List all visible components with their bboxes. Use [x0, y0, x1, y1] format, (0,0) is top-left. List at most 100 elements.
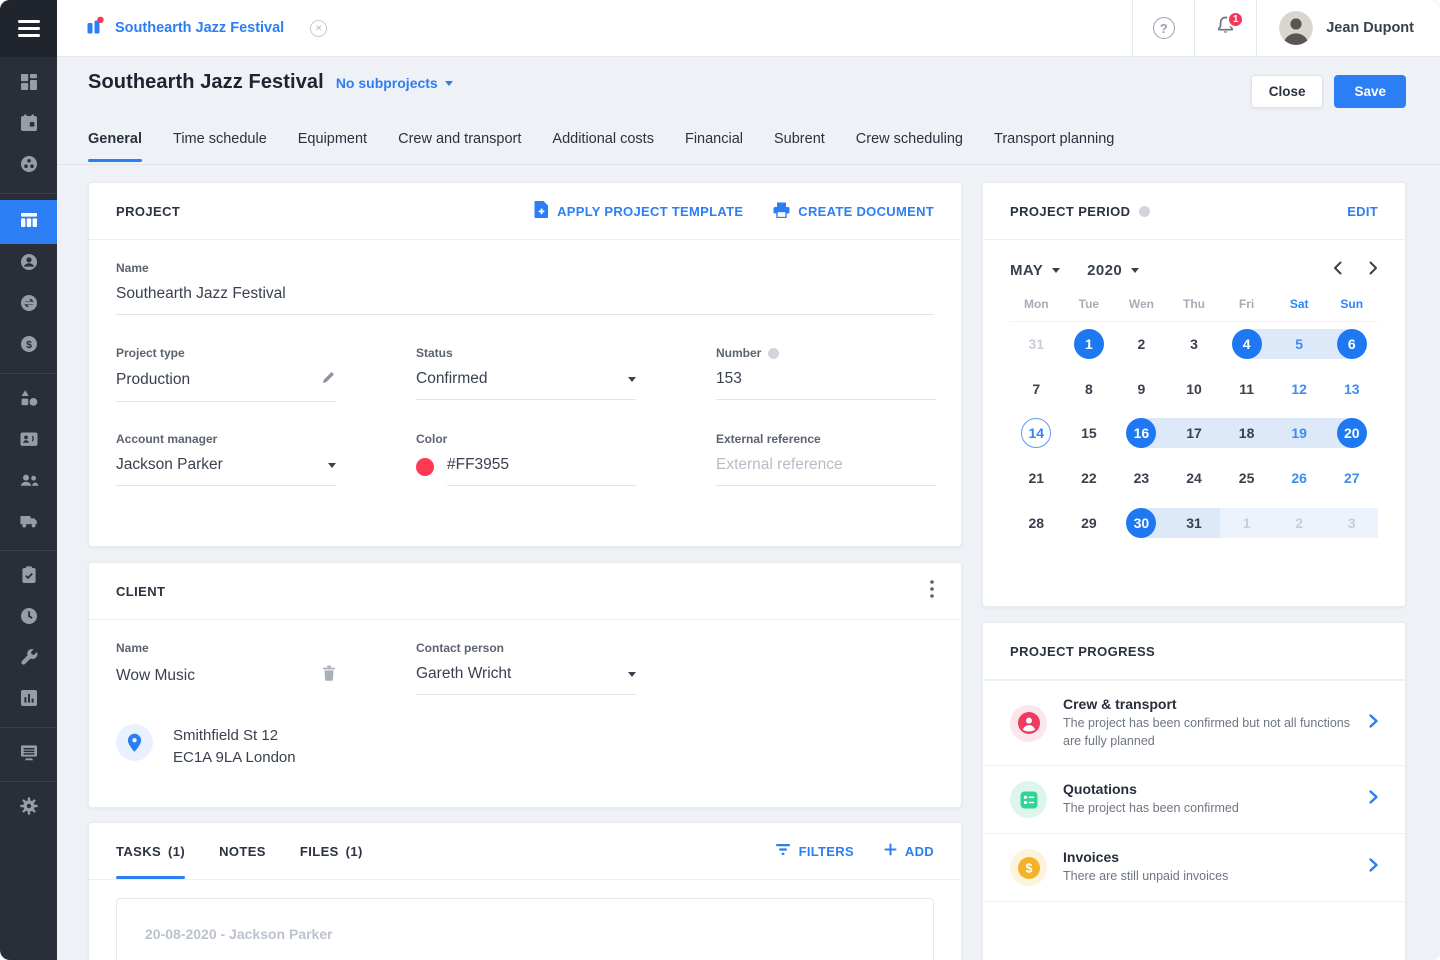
notifications-button[interactable]: 1 — [1194, 0, 1256, 56]
calendar-day[interactable]: 3 — [1168, 322, 1221, 367]
tab-financial[interactable]: Financial — [685, 131, 743, 162]
calendar-day[interactable]: 6 — [1325, 322, 1378, 367]
calendar-day[interactable]: 1 — [1063, 322, 1116, 367]
calendar-day[interactable]: 20 — [1325, 411, 1378, 456]
trash-icon[interactable] — [322, 665, 336, 686]
tab-equipment[interactable]: Equipment — [298, 131, 367, 162]
sidebar-item-equipment[interactable] — [0, 380, 57, 421]
tab-crew-and-transport[interactable]: Crew and transport — [398, 131, 521, 162]
calendar-day[interactable]: 30 — [1115, 500, 1168, 545]
calendar-day[interactable]: 11 — [1220, 367, 1273, 412]
calendar-day[interactable]: 2 — [1273, 500, 1326, 545]
calendar-day[interactable]: 24 — [1168, 456, 1221, 501]
month-select[interactable]: MAY — [1010, 262, 1060, 279]
add-button[interactable]: ADD — [884, 843, 934, 859]
tab-time-schedule[interactable]: Time schedule — [173, 131, 267, 162]
calendar-day[interactable]: 17 — [1168, 411, 1221, 456]
client-name-field[interactable]: Name Wow Music — [116, 641, 336, 697]
calendar-day[interactable]: 10 — [1168, 367, 1221, 412]
tasks-tab-tasks[interactable]: TASKS (1) — [116, 823, 185, 879]
calendar-day[interactable]: 2 — [1115, 322, 1168, 367]
sidebar-item-time[interactable] — [0, 598, 57, 639]
subprojects-dropdown[interactable]: No subprojects — [336, 75, 453, 91]
sidebar-item-crew-contacts[interactable] — [0, 421, 57, 462]
calendar-day[interactable]: 7 — [1010, 367, 1063, 412]
tab-crew-scheduling[interactable]: Crew scheduling — [856, 131, 963, 162]
next-month-button[interactable] — [1369, 261, 1378, 280]
year-select[interactable]: 2020 — [1087, 262, 1139, 279]
calendar-day[interactable]: 1 — [1220, 500, 1273, 545]
user-menu[interactable]: Jean Dupont — [1256, 0, 1440, 56]
edit-period-button[interactable]: EDIT — [1347, 204, 1378, 219]
tasks-tab-notes[interactable]: NOTES — [219, 823, 266, 879]
tab-general[interactable]: General — [88, 131, 142, 162]
progress-item-invoices[interactable]: $ Invoices There are still unpaid invoic… — [983, 833, 1405, 901]
color-field[interactable]: Color #FF3955 — [416, 432, 636, 486]
number-field[interactable]: Number 153 — [716, 346, 936, 402]
sidebar-item-dashboard[interactable] — [0, 64, 57, 105]
sidebar-item-settings[interactable] — [0, 788, 57, 829]
color-swatch[interactable] — [416, 458, 434, 476]
sidebar-item-calendar[interactable] — [0, 105, 57, 146]
external-reference-field[interactable]: External reference External reference — [716, 432, 936, 486]
edit-pencil-icon[interactable] — [321, 370, 336, 390]
calendar-day[interactable]: 4 — [1220, 322, 1273, 367]
close-button[interactable]: Close — [1251, 75, 1324, 108]
sidebar-item-planboard[interactable] — [0, 146, 57, 187]
calendar-day[interactable]: 3 — [1325, 500, 1378, 545]
tab-additional-costs[interactable]: Additional costs — [552, 131, 654, 162]
sidebar: $ — [0, 0, 57, 960]
name-field[interactable]: Name Southearth Jazz Festival — [116, 261, 934, 315]
calendar-day[interactable]: 18 — [1220, 411, 1273, 456]
calendar-day[interactable]: 5 — [1273, 322, 1326, 367]
calendar-day[interactable]: 28 — [1010, 500, 1063, 545]
calendar-day[interactable]: 27 — [1325, 456, 1378, 501]
progress-item-crew-transport[interactable]: Crew & transport The project has been co… — [983, 680, 1405, 765]
sidebar-item-tasks[interactable] — [0, 557, 57, 598]
calendar-day[interactable]: 31 — [1168, 500, 1221, 545]
calendar-day[interactable]: 14 — [1010, 411, 1063, 456]
close-tab-icon[interactable]: ✕ — [310, 20, 327, 37]
calendar-day[interactable]: 16 — [1115, 411, 1168, 456]
apply-project-template-button[interactable]: APPLY PROJECT TEMPLATE — [534, 201, 743, 221]
calendar-day[interactable]: 8 — [1063, 367, 1116, 412]
sidebar-item-webshop[interactable] — [0, 734, 57, 775]
save-button[interactable]: Save — [1334, 75, 1406, 108]
calendar-day[interactable]: 9 — [1115, 367, 1168, 412]
contact-person-field[interactable]: Contact person Gareth Wricht — [416, 641, 636, 697]
sidebar-item-repairs[interactable] — [0, 639, 57, 680]
calendar-day[interactable]: 29 — [1063, 500, 1116, 545]
prev-month-button[interactable] — [1333, 261, 1342, 280]
progress-item-quotations[interactable]: Quotations The project has been confirme… — [983, 765, 1405, 833]
kebab-menu-icon[interactable] — [930, 580, 934, 603]
task-item[interactable]: 20-08-2020 - Jackson Parker — [116, 898, 934, 960]
sidebar-item-subrent[interactable] — [0, 285, 57, 326]
calendar-day[interactable]: 31 — [1010, 322, 1063, 367]
account-manager-field[interactable]: Account manager Jackson Parker — [116, 432, 336, 486]
status-field[interactable]: Status Confirmed — [416, 346, 636, 402]
hamburger-menu-icon[interactable] — [0, 0, 57, 57]
sidebar-item-projects[interactable] — [0, 200, 57, 244]
calendar-day[interactable]: 15 — [1063, 411, 1116, 456]
tasks-tab-files[interactable]: FILES (1) — [300, 823, 363, 879]
calendar-day[interactable]: 23 — [1115, 456, 1168, 501]
calendar-day[interactable]: 19 — [1273, 411, 1326, 456]
calendar-day[interactable]: 21 — [1010, 456, 1063, 501]
sidebar-item-crew[interactable] — [0, 462, 57, 503]
calendar-day[interactable]: 25 — [1220, 456, 1273, 501]
help-button[interactable]: ? — [1132, 0, 1194, 56]
create-document-button[interactable]: CREATE DOCUMENT — [773, 201, 934, 221]
sidebar-item-transport[interactable] — [0, 503, 57, 544]
filters-button[interactable]: FILTERS — [775, 843, 854, 859]
tab-transport-planning[interactable]: Transport planning — [994, 131, 1114, 162]
open-project-tab[interactable]: Southearth Jazz Festival ✕ — [57, 16, 327, 41]
sidebar-item-financial[interactable]: $ — [0, 326, 57, 367]
calendar-day[interactable]: 26 — [1273, 456, 1326, 501]
sidebar-item-reports[interactable] — [0, 680, 57, 721]
calendar-day[interactable]: 13 — [1325, 367, 1378, 412]
calendar-day[interactable]: 22 — [1063, 456, 1116, 501]
calendar-day[interactable]: 12 — [1273, 367, 1326, 412]
sidebar-item-contacts[interactable] — [0, 244, 57, 285]
tab-subrent[interactable]: Subrent — [774, 131, 825, 162]
project-type-field[interactable]: Project type Production — [116, 346, 336, 402]
